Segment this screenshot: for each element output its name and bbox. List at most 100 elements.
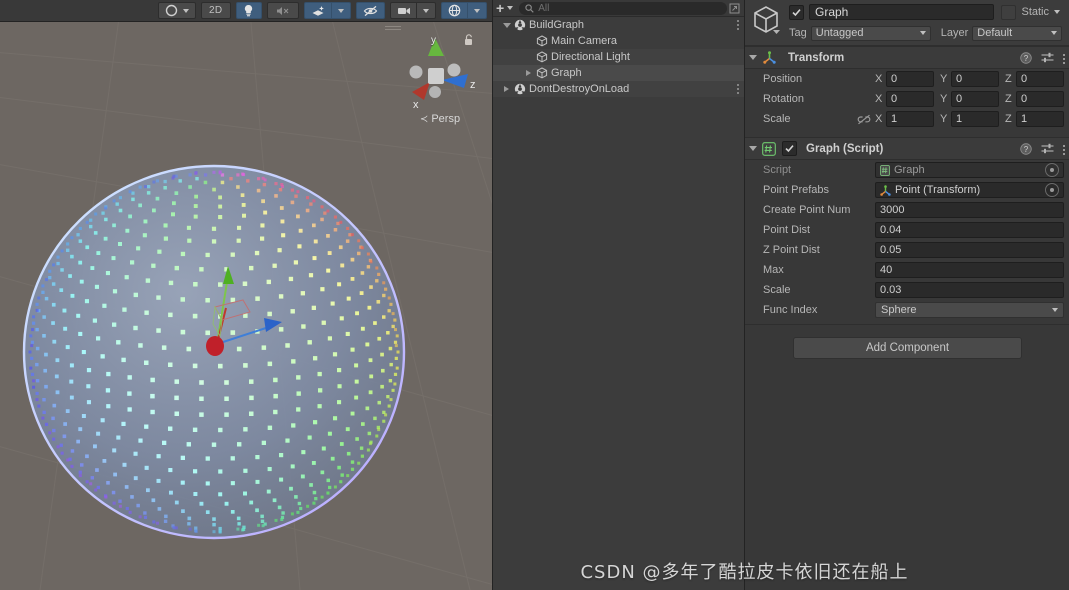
draw-mode-button[interactable] <box>157 2 196 19</box>
component-header[interactable]: Transform ? <box>745 46 1069 69</box>
effects-dropdown-button[interactable] <box>331 2 351 19</box>
help-icon[interactable]: ? <box>1020 51 1032 64</box>
gizmos-dropdown-button[interactable] <box>468 2 487 19</box>
property-row-z-point-dist[interactable]: Z Point Dist 0.05 <box>745 240 1069 260</box>
component-enabled-checkbox[interactable] <box>782 141 797 156</box>
expand-icon[interactable] <box>727 3 742 14</box>
tag-dropdown[interactable]: Untagged <box>810 25 931 41</box>
hierarchy-panel[interactable]: + All BuildGraph Main Camera Directional… <box>492 0 745 590</box>
property-row-point-prefabs[interactable]: Point Prefabs Point (Transform) <box>745 180 1069 200</box>
hierarchy-item-dontdestroyonload[interactable]: DontDestroyOnLoad <box>493 81 745 97</box>
component-tools[interactable]: ? <box>1020 47 1065 68</box>
transform-rows[interactable]: Position X 0 Y 0 Z 0 Rotation X 0 Y 0 Z 0 Scale X 1 Y 1 Z 1 <box>745 69 1069 129</box>
hierarchy-search-input[interactable]: All <box>519 1 727 15</box>
link-broken-icon[interactable] <box>853 114 875 125</box>
chevron-down-icon <box>507 6 514 10</box>
padlock-open-icon[interactable] <box>463 33 475 46</box>
transform-row-scale[interactable]: Scale X 1 Y 1 Z 1 <box>745 109 1069 129</box>
position-x-field[interactable]: 0 <box>886 71 934 87</box>
position-z-field[interactable]: 0 <box>1016 71 1064 87</box>
property-row-script[interactable]: Script Graph <box>745 160 1069 180</box>
z-point-dist-field[interactable]: 0.05 <box>875 242 1064 258</box>
component-tools[interactable]: ? <box>1020 138 1065 159</box>
script-field[interactable]: Graph <box>875 162 1064 178</box>
transform-row-position[interactable]: Position X 0 Y 0 Z 0 <box>745 69 1069 89</box>
gameobject-cube-icon[interactable] <box>750 3 784 37</box>
static-checkbox[interactable] <box>1001 4 1017 20</box>
hierarchy-item-directional-light[interactable]: Directional Light <box>493 49 745 65</box>
effects-group[interactable] <box>303 2 351 19</box>
component-transform[interactable]: Transform ? Position X 0 Y 0 Z 0 Rotatio… <box>745 46 1069 129</box>
disclosure-triangle-icon[interactable] <box>501 86 512 92</box>
kebab-icon[interactable] <box>1063 143 1065 155</box>
inspector-panel[interactable]: Graph Static Tag Untagged Layer Default <box>744 0 1069 590</box>
static-dropdown-caret[interactable] <box>1054 10 1060 14</box>
scene-view-panel[interactable]: y x z ≺ Persp 2D <box>0 0 492 590</box>
property-row-max[interactable]: Max 40 <box>745 260 1069 280</box>
add-component-button[interactable]: Add Component <box>793 337 1022 359</box>
property-row-func-index[interactable]: Func Index Sphere <box>745 300 1069 320</box>
point-prefabs-field[interactable]: Point (Transform) <box>875 182 1064 198</box>
scale-z-field[interactable]: 1 <box>1016 111 1064 127</box>
foldout-arrow-icon[interactable] <box>745 55 760 60</box>
object-picker-icon[interactable] <box>1045 163 1059 177</box>
hidden-objects-toggle-button[interactable] <box>355 2 385 19</box>
hierarchy-tree[interactable]: BuildGraph Main Camera Directional Light Gr… <box>493 17 745 97</box>
create-point-num-field[interactable]: 3000 <box>875 202 1064 218</box>
gameobject-name-row[interactable]: Graph Static <box>789 3 1066 21</box>
gameobject-icon <box>534 35 549 47</box>
effects-toggle-button[interactable] <box>303 2 332 19</box>
foldout-arrow-icon[interactable] <box>745 146 760 151</box>
property-row-create-point-num[interactable]: Create Point Num 3000 <box>745 200 1069 220</box>
transform-move-gizmo[interactable] <box>160 250 300 390</box>
gizmos-toggle-button[interactable] <box>441 2 468 19</box>
layer-dropdown[interactable]: Default <box>972 25 1062 41</box>
hierarchy-add-button[interactable]: + <box>496 1 514 15</box>
gizmos-group[interactable] <box>441 2 487 19</box>
scene-projection-label[interactable]: ≺ Persp <box>405 113 475 125</box>
position-y-field[interactable]: 0 <box>951 71 999 87</box>
gizmo-label-y: y <box>431 35 436 46</box>
toggle-2d-button[interactable]: 2D <box>200 2 231 19</box>
rotation-z-field[interactable]: 0 <box>1016 91 1064 107</box>
transform-row-rotation[interactable]: Rotation X 0 Y 0 Z 0 <box>745 89 1069 109</box>
camera-group[interactable] <box>390 2 436 19</box>
property-row-point-dist[interactable]: Point Dist 0.04 <box>745 220 1069 240</box>
help-icon[interactable]: ? <box>1020 142 1032 155</box>
audio-toggle-button[interactable] <box>267 2 299 19</box>
max-field[interactable]: 40 <box>875 262 1064 278</box>
scene-camera-button[interactable] <box>390 2 417 19</box>
hierarchy-toolbar[interactable]: + All <box>493 0 745 17</box>
kebab-icon[interactable] <box>737 20 739 32</box>
hierarchy-item-main-camera[interactable]: Main Camera <box>493 33 745 49</box>
property-row-scale[interactable]: Scale 0.03 <box>745 280 1069 300</box>
kebab-icon[interactable] <box>737 84 739 96</box>
gameobject-name-field[interactable]: Graph <box>809 4 995 20</box>
point-dist-field[interactable]: 0.04 <box>875 222 1064 238</box>
preset-icon[interactable] <box>1041 143 1054 155</box>
scale-field[interactable]: 0.03 <box>875 282 1064 298</box>
component-header[interactable]: Graph (Script) ? <box>745 137 1069 160</box>
disclosure-triangle-icon[interactable] <box>501 22 512 28</box>
tag-value: Untagged <box>815 27 864 39</box>
scale-x-field[interactable]: 1 <box>886 111 934 127</box>
rotation-x-field[interactable]: 0 <box>886 91 934 107</box>
script-property-rows[interactable]: Script Graph Point Prefabs Point (Transform… <box>745 160 1069 320</box>
component-graph-script[interactable]: Graph (Script) ? Script Graph Point Pref… <box>745 137 1069 320</box>
preset-icon[interactable] <box>1041 52 1054 64</box>
rotation-y-field[interactable]: 0 <box>951 91 999 107</box>
gameobject-enabled-checkbox[interactable] <box>789 4 804 20</box>
tag-layer-row[interactable]: Tag Untagged Layer Default <box>789 25 1066 41</box>
camera-dropdown-button[interactable] <box>417 2 436 19</box>
scale-y-field[interactable]: 1 <box>951 111 999 127</box>
disclosure-triangle-icon[interactable] <box>523 70 534 76</box>
hierarchy-item-graph[interactable]: Graph <box>493 65 745 81</box>
field-label: Scale <box>763 284 791 296</box>
func-index-dropdown[interactable]: Sphere <box>875 302 1064 318</box>
lighting-toggle-button[interactable] <box>235 2 263 19</box>
hierarchy-item-buildgraph[interactable]: BuildGraph <box>493 17 745 33</box>
object-picker-icon[interactable] <box>1045 183 1059 197</box>
gameobject-icon <box>534 67 549 79</box>
scene-view-toolbar[interactable]: 2D <box>0 0 492 22</box>
kebab-icon[interactable] <box>1063 52 1065 64</box>
